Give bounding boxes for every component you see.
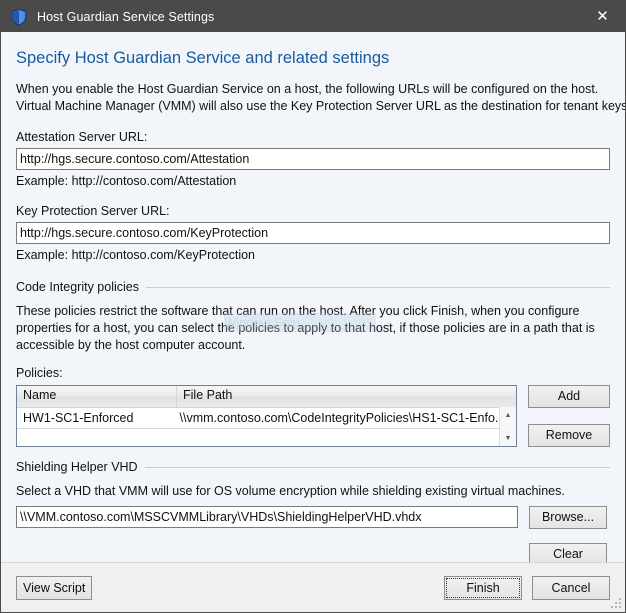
- group-divider: [145, 286, 610, 288]
- shield-icon: [11, 7, 27, 26]
- key-protection-server-url-label: Key Protection Server URL:: [16, 204, 170, 218]
- attestation-server-url-example: Example: http://contoso.com/Attestation: [16, 174, 237, 188]
- scroll-up-icon[interactable]: ▲: [500, 407, 516, 423]
- policies-table-body: HW1-SC1-Enforced \\vmm.contoso.com\CodeI…: [17, 408, 516, 446]
- window-title: Host Guardian Service Settings: [37, 9, 215, 24]
- browse-button[interactable]: Browse...: [529, 506, 607, 529]
- code-integrity-group-header: Code Integrity policies: [16, 280, 610, 294]
- view-script-button[interactable]: View Script: [16, 575, 93, 600]
- policies-table-header: Name File Path: [17, 386, 516, 408]
- remove-button[interactable]: Remove: [528, 424, 610, 447]
- clear-button[interactable]: Clear: [529, 543, 607, 562]
- key-protection-server-url-input[interactable]: [16, 222, 610, 244]
- attestation-server-url-label: Attestation Server URL:: [16, 130, 148, 144]
- title-bar: Host Guardian Service Settings ✕: [1, 1, 625, 32]
- policies-table[interactable]: Name File Path HW1-SC1-Enforced \\vmm.co…: [16, 385, 517, 447]
- cancel-button[interactable]: Cancel: [532, 575, 610, 600]
- intro-line-2: Virtual Machine Manager (VMM) will also …: [16, 98, 625, 113]
- code-integrity-description-line-2: properties for a host, you can select th…: [16, 321, 595, 335]
- add-button[interactable]: Add: [528, 385, 610, 408]
- page-title: Specify Host Guardian Service and relate…: [16, 49, 390, 67]
- resize-grip-icon[interactable]: [610, 597, 622, 609]
- shielding-vhd-description: Select a VHD that VMM will use for OS vo…: [16, 484, 565, 498]
- close-icon[interactable]: ✕: [580, 1, 625, 32]
- shielding-vhd-group-title: Shielding Helper VHD: [16, 460, 138, 474]
- shielding-vhd-group-header: Shielding Helper VHD: [16, 460, 610, 474]
- code-integrity-group-title: Code Integrity policies: [16, 280, 139, 294]
- footer-actions: Finish Cancel: [444, 575, 610, 600]
- shielding-vhd-section: Browse... Clear: [16, 506, 610, 562]
- cell-file-path: \\vmm.contoso.com\CodeIntegrityPolicies\…: [179, 411, 506, 425]
- column-header-file-path[interactable]: File Path: [177, 386, 516, 407]
- group-divider: [144, 466, 610, 468]
- code-integrity-description-line-3: accessible by the host computer account.: [16, 338, 246, 352]
- intro-text: When you enable the Host Guardian Servic…: [16, 81, 625, 114]
- policies-label: Policies:: [16, 366, 63, 380]
- dialog-footer: View Script Finish Cancel: [1, 562, 625, 612]
- shielding-vhd-path-input[interactable]: [16, 506, 518, 528]
- column-header-name[interactable]: Name: [17, 386, 177, 407]
- shielding-vhd-buttons: Browse... Clear: [529, 506, 607, 562]
- attestation-server-url-input[interactable]: [16, 148, 610, 170]
- code-integrity-description-line-1: These policies restrict the software tha…: [16, 304, 580, 318]
- code-integrity-description: These policies restrict the software tha…: [16, 303, 610, 354]
- policies-section: Name File Path HW1-SC1-Enforced \\vmm.co…: [16, 385, 610, 447]
- table-row[interactable]: HW1-SC1-Enforced \\vmm.contoso.com\CodeI…: [17, 408, 516, 428]
- table-scrollbar[interactable]: ▲ ▼: [499, 407, 516, 446]
- table-row-empty[interactable]: [17, 428, 516, 446]
- intro-line-1: When you enable the Host Guardian Servic…: [16, 82, 599, 96]
- policies-buttons: Add Remove: [528, 385, 610, 447]
- dialog-content: Specify Host Guardian Service and relate…: [1, 32, 625, 562]
- finish-button[interactable]: Finish: [444, 575, 522, 600]
- cell-name: HW1-SC1-Enforced: [23, 411, 134, 425]
- scroll-down-icon[interactable]: ▼: [500, 430, 516, 446]
- dialog-window: Host Guardian Service Settings ✕ Specify…: [0, 0, 626, 613]
- key-protection-server-url-example: Example: http://contoso.com/KeyProtectio…: [16, 248, 256, 262]
